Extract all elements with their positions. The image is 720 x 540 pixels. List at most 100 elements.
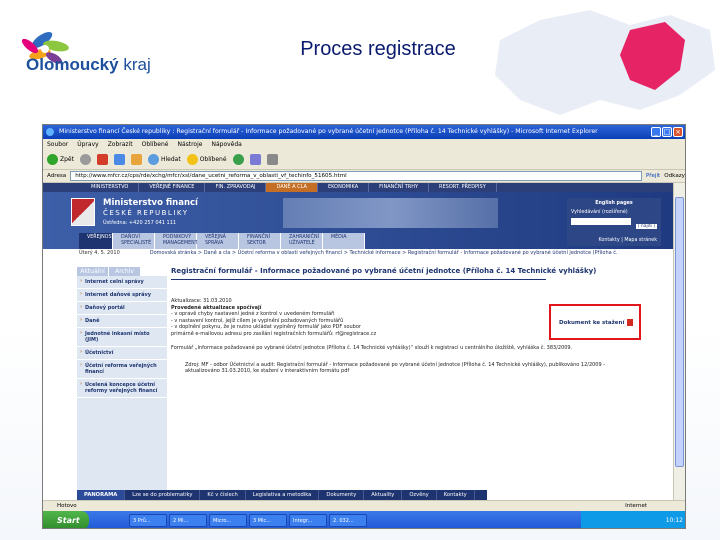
mail-button[interactable] — [249, 154, 261, 165]
site-header: Ministerstvo financí ČESKÉ REPUBLIKY Úst… — [43, 192, 675, 249]
download-highlight-box[interactable]: Dokument ke stažení — [549, 304, 641, 340]
back-button[interactable]: Zpět — [47, 154, 74, 165]
history-button[interactable] — [232, 154, 244, 165]
left-menu-item[interactable]: Daňový portál — [77, 302, 167, 315]
current-date: Úterý 4. 5. 2010 — [79, 250, 120, 256]
title-divider — [171, 279, 546, 280]
task-button[interactable]: 2 Mi... — [169, 514, 207, 527]
left-menu: Internet celní správy Internet daňové sp… — [77, 276, 167, 500]
audience-zahranicni-uzivatele[interactable]: ZAHRANIČNÍ UŽIVATELÉ — [281, 233, 323, 249]
search-icon — [147, 154, 159, 165]
left-menu-item[interactable]: Daně — [77, 315, 167, 328]
scrollbar-thumb[interactable] — [675, 197, 684, 467]
menu-favorites[interactable]: Oblíbené — [142, 139, 169, 150]
task-buttons: 3 Prů... 2 Mi... Micro... 3 Mic... Integ… — [129, 514, 367, 527]
web-page: MINISTERSTVO VEŘEJNÉ FINANCE FIN. ZPRAVO… — [43, 183, 675, 500]
breadcrumb[interactable]: Domovská stránka > Daně a cla > Účetní r… — [150, 249, 620, 258]
refresh-button[interactable] — [113, 154, 125, 165]
topnav-financni-trhy[interactable]: FINANČNÍ TRHY — [369, 183, 430, 192]
home-button[interactable] — [130, 154, 142, 165]
back-arrow-icon — [47, 154, 58, 165]
audience-media[interactable]: MÉDIA — [323, 233, 365, 249]
footer-link[interactable]: Lze se do problematiky — [125, 490, 201, 500]
close-button[interactable]: × — [673, 127, 683, 137]
go-button[interactable]: Přejít — [646, 173, 660, 179]
menu-bar: Soubor Úpravy Zobrazit Oblíbené Nástroje… — [43, 139, 685, 150]
print-button[interactable] — [266, 154, 278, 165]
star-icon — [186, 154, 198, 165]
address-label: Adresa — [47, 173, 67, 179]
topnav-resort-predpisy[interactable]: RESORT. PŘEDPISY — [429, 183, 497, 192]
document-entry[interactable]: Zdroj: MF - odbor Účetnictví a audit: Re… — [171, 362, 621, 375]
window-title: Ministerstvo financí České republiky : R… — [59, 128, 598, 135]
slide-title: Proces registrace — [300, 38, 456, 60]
menu-help[interactable]: Nápověda — [211, 139, 241, 150]
footer-panorama[interactable]: PANORAMA — [77, 490, 126, 500]
clock: 10:12 — [665, 517, 683, 524]
contact-sitemap-links[interactable]: Kontakty | Mapa stránek — [598, 238, 657, 243]
topnav-fin-zpravodaj[interactable]: FIN. ZPRAVODAJ — [205, 183, 267, 192]
audience-podnikovy-management[interactable]: PODNIKOVÝ MANAGEMENT — [155, 233, 198, 249]
links-label[interactable]: Odkazy — [664, 173, 685, 179]
start-button[interactable]: Start — [43, 511, 89, 528]
czech-map-graphic — [495, 10, 715, 115]
footer-link[interactable]: Legislativa a metodika — [246, 490, 320, 500]
left-menu-item[interactable]: Účetnictví — [77, 347, 167, 360]
english-pages-link[interactable]: English pages — [571, 201, 657, 206]
audience-verejna-sprava[interactable]: VEŘEJNÁ SPRÁVA — [197, 233, 239, 249]
task-button[interactable]: Micro... — [209, 514, 247, 527]
topnav-ekonomika[interactable]: EKONOMIKA — [318, 183, 370, 192]
audience-verejnost[interactable]: VEŘEJNOST — [79, 233, 114, 249]
footer-link[interactable]: Kontakty — [437, 490, 475, 500]
menu-view[interactable]: Zobrazit — [108, 139, 133, 150]
search-submit-button[interactable]: [ najdi ] — [635, 224, 657, 229]
site-top-nav: MINISTERSTVO VEŘEJNÉ FINANCE FIN. ZPRAVO… — [43, 183, 675, 192]
topnav-dane-a-cla[interactable]: DANĚ A CLA — [266, 183, 318, 192]
audience-danovi-specialiste[interactable]: DAŇOVÍ SPECIALISTÉ — [113, 233, 155, 249]
footer-link[interactable]: Kč v číslech — [200, 490, 246, 500]
left-menu-item[interactable]: Účetní reforma veřejných financí — [77, 360, 167, 379]
menu-file[interactable]: Soubor — [47, 139, 68, 150]
search-input[interactable] — [571, 218, 631, 225]
date-breadcrumb-bar: Úterý 4. 5. 2010 Domovská stránka > Daně… — [43, 249, 675, 258]
search-box: English pages Vyhledávání (rozšířené) [ … — [567, 198, 661, 246]
form-description: Formulář „Informace požadované po vybran… — [171, 345, 573, 351]
maximize-button[interactable]: □ — [662, 127, 672, 137]
toolbar: Zpět Hledat Oblíbené — [43, 150, 685, 170]
menu-tools[interactable]: Nástroje — [177, 139, 202, 150]
left-menu-item[interactable]: Internet celní správy — [77, 276, 167, 289]
footer-link[interactable]: Dokumenty — [319, 490, 365, 500]
task-button[interactable]: 3 Mic... — [249, 514, 287, 527]
task-button[interactable]: 3 Prů... — [129, 514, 167, 527]
vertical-scrollbar[interactable] — [673, 183, 685, 500]
pdf-icon — [627, 319, 634, 326]
task-button[interactable]: Integr... — [289, 514, 327, 527]
topnav-ministerstvo[interactable]: MINISTERSTVO — [81, 183, 140, 192]
topnav-verejne-finance[interactable]: VEŘEJNÉ FINANCE — [139, 183, 206, 192]
header-photo-strip — [283, 198, 498, 228]
stop-button[interactable] — [96, 154, 108, 165]
state-emblem — [71, 198, 95, 226]
window-titlebar: Ministerstvo financí České republiky : R… — [43, 125, 685, 139]
left-menu-item[interactable]: Internet daňové správy — [77, 289, 167, 302]
site-footer-nav: PANORAMA Lze se do problematiky Kč v čís… — [77, 490, 487, 500]
tab-aktualni[interactable]: Aktuální — [77, 267, 109, 276]
status-bar: Hotovo Internet — [43, 500, 685, 511]
audience-financni-sektor[interactable]: FINANČNÍ SEKTOR — [239, 233, 281, 249]
address-bar: Adresa http://www.mfcr.cz/cps/rde/xchg/m… — [43, 170, 685, 183]
download-label: Dokument ke stažení — [559, 320, 625, 326]
left-menu-item[interactable]: Ucelená koncepce účetní reformy veřejnýc… — [77, 379, 167, 398]
ie-icon — [46, 128, 54, 136]
favorites-button[interactable]: Oblíbené — [186, 154, 227, 165]
search-button[interactable]: Hledat — [147, 154, 181, 165]
task-button[interactable]: 2. 032... — [329, 514, 367, 527]
minimize-button[interactable]: _ — [651, 127, 661, 137]
menu-edit[interactable]: Úpravy — [77, 139, 98, 150]
left-menu-item[interactable]: Jednotné inkasní místo (JIM) — [77, 328, 167, 347]
forward-button[interactable] — [79, 154, 91, 165]
tab-archiv[interactable]: Archiv — [109, 267, 141, 276]
main-content: Registrační formulář - Informace požadov… — [171, 267, 671, 375]
footer-link[interactable]: Aktuality — [364, 490, 403, 500]
address-input[interactable]: http://www.mfcr.cz/cps/rde/xchg/mfcr/xsl… — [70, 171, 643, 181]
footer-link[interactable]: Ozvěny — [402, 490, 437, 500]
